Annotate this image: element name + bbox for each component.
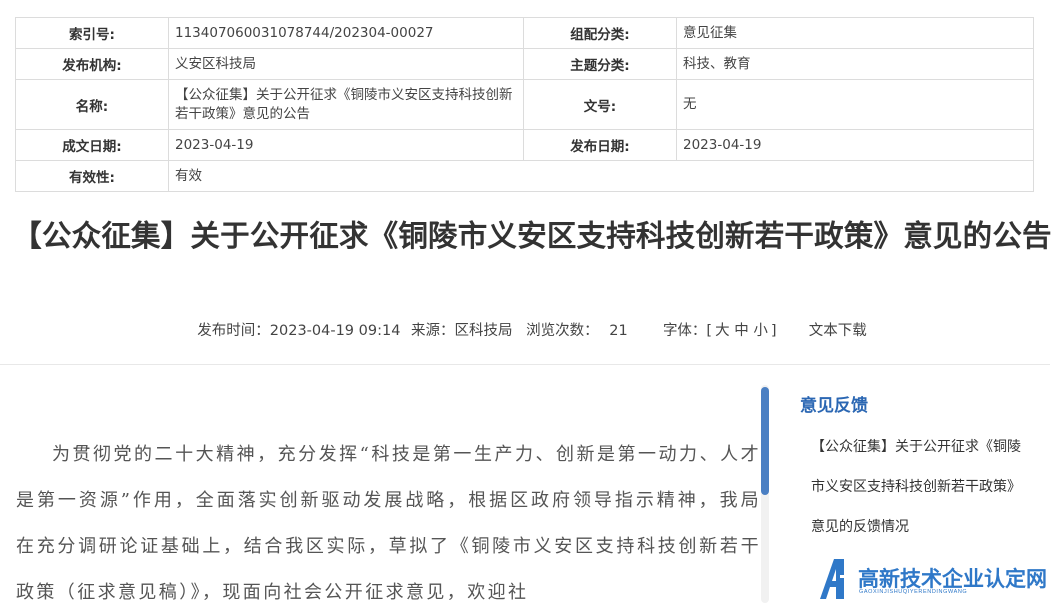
font-size-switcher: 字体：[大 中 小] — [660, 323, 780, 339]
views-value: 21 — [609, 323, 628, 339]
name-value: 【公众征集】关于公开征求《铜陵市义安区支持科技创新若干政策》意见的公告 — [168, 79, 524, 130]
feedback-title: 意见反馈 — [800, 396, 868, 416]
page-title: 【公众征集】关于公开征求《铜陵市义安区支持科技创新若干政策》意见的公告 — [12, 219, 1052, 253]
table-row: 名称: 【公众征集】关于公开征求《铜陵市义安区支持科技创新若干政策》意见的公告 … — [15, 79, 1034, 130]
published-label: 发布日期: — [523, 129, 677, 161]
font-size-label: 字体：[ — [662, 323, 713, 339]
validity-label: 有效性: — [15, 160, 169, 192]
watermark-logo: 高新技术企业认定网 GAOXINJISHUQIYERENDINGWANG — [818, 555, 1064, 603]
name-label: 名称: — [15, 79, 169, 130]
font-large-link[interactable]: 大 — [715, 323, 730, 339]
publish-time: 发布时间：2023-04-19 09:14 — [197, 323, 401, 339]
org-value: 义安区科技局 — [168, 48, 524, 80]
font-size-close: ] — [770, 323, 777, 339]
table-row: 索引号: 113407060031078744/202304-00027 组配分… — [15, 17, 1034, 49]
logo-a-icon — [820, 559, 854, 599]
article-body: 为贯彻党的二十大精神，充分发挥“科技是第一生产力、创新是第一动力、人才是第一资源… — [16, 432, 761, 603]
docno-label: 文号: — [523, 79, 677, 130]
table-row: 成文日期: 2023-04-19 发布日期: 2023-04-19 — [15, 129, 1034, 161]
views-label: 浏览次数： — [526, 323, 599, 339]
download-link[interactable]: 文本下载 — [809, 323, 867, 339]
source: 来源：区科技局 — [411, 323, 513, 339]
published-value: 2023-04-19 — [676, 129, 1034, 161]
article-info: 发布时间：2023-04-19 09:14 来源：区科技局 浏览次数： 21 字… — [0, 319, 1064, 340]
table-row: 发布机构: 义安区科技局 主题分类: 科技、教育 — [15, 48, 1034, 80]
created-value: 2023-04-19 — [168, 129, 524, 161]
validity-value: 有效 — [168, 160, 1034, 192]
group-label: 组配分类: — [523, 17, 677, 49]
topic-label: 主题分类: — [523, 48, 677, 80]
index-label: 索引号: — [15, 17, 169, 49]
font-medium-link[interactable]: 中 — [734, 323, 749, 339]
created-label: 成文日期: — [15, 129, 169, 161]
table-row: 有效性: 有效 — [15, 160, 1034, 192]
view-count: 浏览次数： 21 — [523, 323, 631, 339]
feedback-link[interactable]: 【公众征集】关于公开征求《铜陵市义安区支持科技创新若干政策》意见的反馈情况 — [811, 427, 1031, 547]
topic-value: 科技、教育 — [676, 48, 1034, 80]
scrollbar-thumb[interactable] — [761, 387, 769, 495]
docno-value: 无 — [676, 79, 1034, 130]
metadata-table: 索引号: 113407060031078744/202304-00027 组配分… — [15, 17, 1034, 192]
group-value: 意见征集 — [676, 17, 1034, 49]
index-value: 113407060031078744/202304-00027 — [168, 17, 524, 49]
body-paragraph: 为贯彻党的二十大精神，充分发挥“科技是第一生产力、创新是第一动力、人才是第一资源… — [16, 444, 761, 603]
divider — [0, 364, 1050, 365]
watermark-subtext: GAOXINJISHUQIYERENDINGWANG — [859, 589, 968, 595]
font-small-link[interactable]: 小 — [753, 323, 768, 339]
org-label: 发布机构: — [15, 48, 169, 80]
